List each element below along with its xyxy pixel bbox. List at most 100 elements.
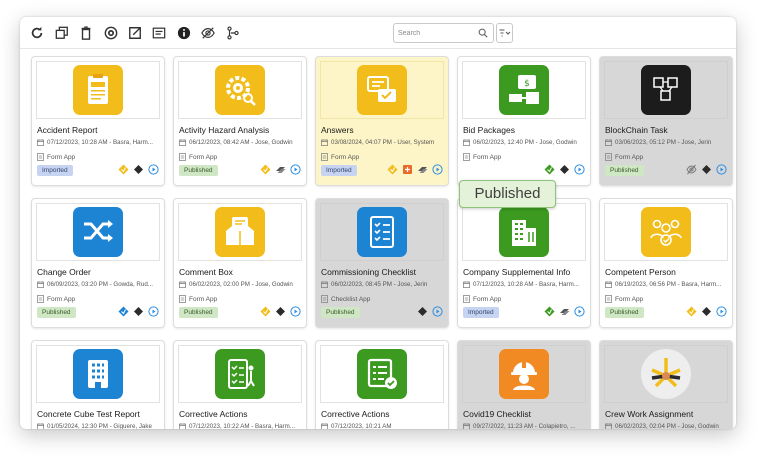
blue-diamond-icon <box>118 306 129 317</box>
app-card[interactable]: Crew Work Assignment 06/02/2023, 02:04 P… <box>600 341 732 429</box>
app-modified-text: 06/02/2023, 12:40 PM - Jose, Godwin <box>473 139 577 146</box>
play-icon[interactable] <box>574 306 585 317</box>
play-icon[interactable] <box>148 306 159 317</box>
app-thumbnail <box>604 203 728 261</box>
filter-button[interactable] <box>496 23 513 43</box>
play-icon[interactable] <box>290 164 301 175</box>
app-type-text: Form App <box>615 153 644 161</box>
app-card[interactable]: Corrective Actions 07/12/2023, 10:21 AM <box>316 341 448 429</box>
concrete-cube-icon <box>73 349 123 399</box>
app-card[interactable]: Change Order 06/09/2023, 03:20 PM - Gowd… <box>32 199 164 327</box>
app-modified-text: 06/09/2023, 03:20 PM - Gowda, Rud... <box>47 281 153 288</box>
app-thumbnail <box>462 203 586 261</box>
yellow-diamond-icon <box>387 164 398 175</box>
copy-icon[interactable] <box>54 25 70 41</box>
app-modified: 06/09/2023, 03:20 PM - Gowda, Rud... <box>37 281 161 288</box>
app-title: Bid Packages <box>463 125 515 135</box>
calendar-icon <box>179 139 186 146</box>
app-badges <box>118 164 159 175</box>
play-icon[interactable] <box>148 164 159 175</box>
calendar-icon <box>463 139 470 146</box>
search-icon[interactable] <box>478 28 488 38</box>
corrective-actions-icon <box>215 349 265 399</box>
card-view-icon[interactable] <box>151 25 167 41</box>
app-title: Change Order <box>37 267 91 277</box>
app-thumbnail <box>178 203 302 261</box>
app-badges <box>387 164 443 175</box>
app-title: Accident Report <box>37 125 98 135</box>
workflow-icon[interactable] <box>225 25 241 41</box>
app-type: Form App <box>179 295 303 303</box>
toolbar <box>20 17 736 49</box>
app-modified: 01/05/2024, 12:30 PM - Giguere, Jake <box>37 423 161 429</box>
comment-box-icon <box>215 207 265 257</box>
info-icon[interactable] <box>176 25 192 41</box>
svg-text:$: $ <box>524 79 530 89</box>
search-input[interactable] <box>398 26 476 41</box>
app-card[interactable]: Comment Box 06/02/2023, 02:00 PM - Jose,… <box>174 199 306 327</box>
export-icon[interactable] <box>127 25 143 41</box>
app-card[interactable]: Company Supplemental Info 07/12/2023, 10… <box>458 199 590 327</box>
app-modified: 03/06/2023, 05:12 PM - Jose, Jerin <box>605 139 729 146</box>
calendar-icon <box>605 281 612 288</box>
app-type-text: Form App <box>47 153 76 161</box>
app-card[interactable]: Covid19 Checklist 09/27/2022, 11:23 AM -… <box>458 341 590 429</box>
app-title: Competent Person <box>605 267 676 277</box>
app-title: Commissioning Checklist <box>321 267 416 277</box>
app-badges <box>544 164 585 175</box>
app-card[interactable]: Accident Report 07/12/2023, 10:28 AM - B… <box>32 57 164 185</box>
calendar-icon <box>37 139 44 146</box>
app-modified: 06/02/2023, 08:45 PM - Jose, Jerin <box>321 281 445 288</box>
hide-icon[interactable] <box>200 25 216 41</box>
app-card[interactable]: Competent Person 06/19/2023, 06:56 PM - … <box>600 199 732 327</box>
play-icon[interactable] <box>432 164 443 175</box>
checklist-icon <box>357 207 407 257</box>
play-icon[interactable] <box>716 164 727 175</box>
form-app-icon <box>179 153 186 161</box>
app-thumbnail <box>604 61 728 119</box>
filter-chevron-icon <box>499 29 510 37</box>
status-badge: Imported <box>37 165 73 176</box>
calendar-icon <box>321 423 328 429</box>
play-icon[interactable] <box>574 164 585 175</box>
app-card[interactable]: $ Bid Packages 06/02/2023, 12:40 PM - Jo… <box>458 57 590 185</box>
app-title: Crew Work Assignment <box>605 409 694 419</box>
app-modified: 07/12/2023, 10:28 AM - Basra, Harm... <box>463 281 587 288</box>
play-icon[interactable] <box>432 306 443 317</box>
app-card[interactable]: Corrective Actions 07/12/2023, 10:22 AM … <box>174 341 306 429</box>
worker-helmet-icon <box>499 349 549 399</box>
delete-icon[interactable] <box>78 25 94 41</box>
black-diamond-icon <box>417 306 428 317</box>
play-icon[interactable] <box>716 306 727 317</box>
publish-icon[interactable] <box>103 25 119 41</box>
bid-packages-icon: $ <box>499 65 549 115</box>
app-type: Form App <box>463 295 587 303</box>
accident-report-icon <box>73 65 123 115</box>
calendar-icon <box>321 281 328 288</box>
app-thumbnail <box>36 345 160 403</box>
app-title: Comment Box <box>179 267 233 277</box>
app-type-text: Form App <box>473 295 502 303</box>
app-type-text: Form App <box>189 295 218 303</box>
app-type: Form App <box>37 153 161 161</box>
stack-icon <box>559 306 570 317</box>
app-card[interactable]: Concrete Cube Test Report 01/05/2024, 12… <box>32 341 164 429</box>
app-card[interactable]: Commissioning Checklist 06/02/2023, 08:4… <box>316 199 448 327</box>
status-badge: Imported <box>463 307 499 318</box>
app-card[interactable]: Activity Hazard Analysis 06/12/2023, 08:… <box>174 57 306 185</box>
app-modified: 07/12/2023, 10:28 AM - Basra, Harm... <box>37 139 161 146</box>
eye-off-icon <box>686 164 697 175</box>
status-badge: Published <box>37 307 76 318</box>
calendar-icon <box>179 281 186 288</box>
form-app-icon <box>321 153 328 161</box>
app-modified: 06/19/2023, 06:56 PM - Basra, Harm... <box>605 281 729 288</box>
app-modified-text: 07/12/2023, 10:28 AM - Basra, Harm... <box>47 139 153 146</box>
crew-hands-icon <box>641 349 691 399</box>
play-icon[interactable] <box>290 306 301 317</box>
app-card[interactable]: Answers 03/08/2024, 04:07 PM - User, Sys… <box>316 57 448 185</box>
app-modified: 07/12/2023, 10:22 AM - Basra, Harm... <box>179 423 303 429</box>
app-card[interactable]: BlockChain Task 03/06/2023, 05:12 PM - J… <box>600 57 732 185</box>
calendar-icon <box>463 281 470 288</box>
building-icon <box>499 207 549 257</box>
refresh-icon[interactable] <box>29 25 45 41</box>
